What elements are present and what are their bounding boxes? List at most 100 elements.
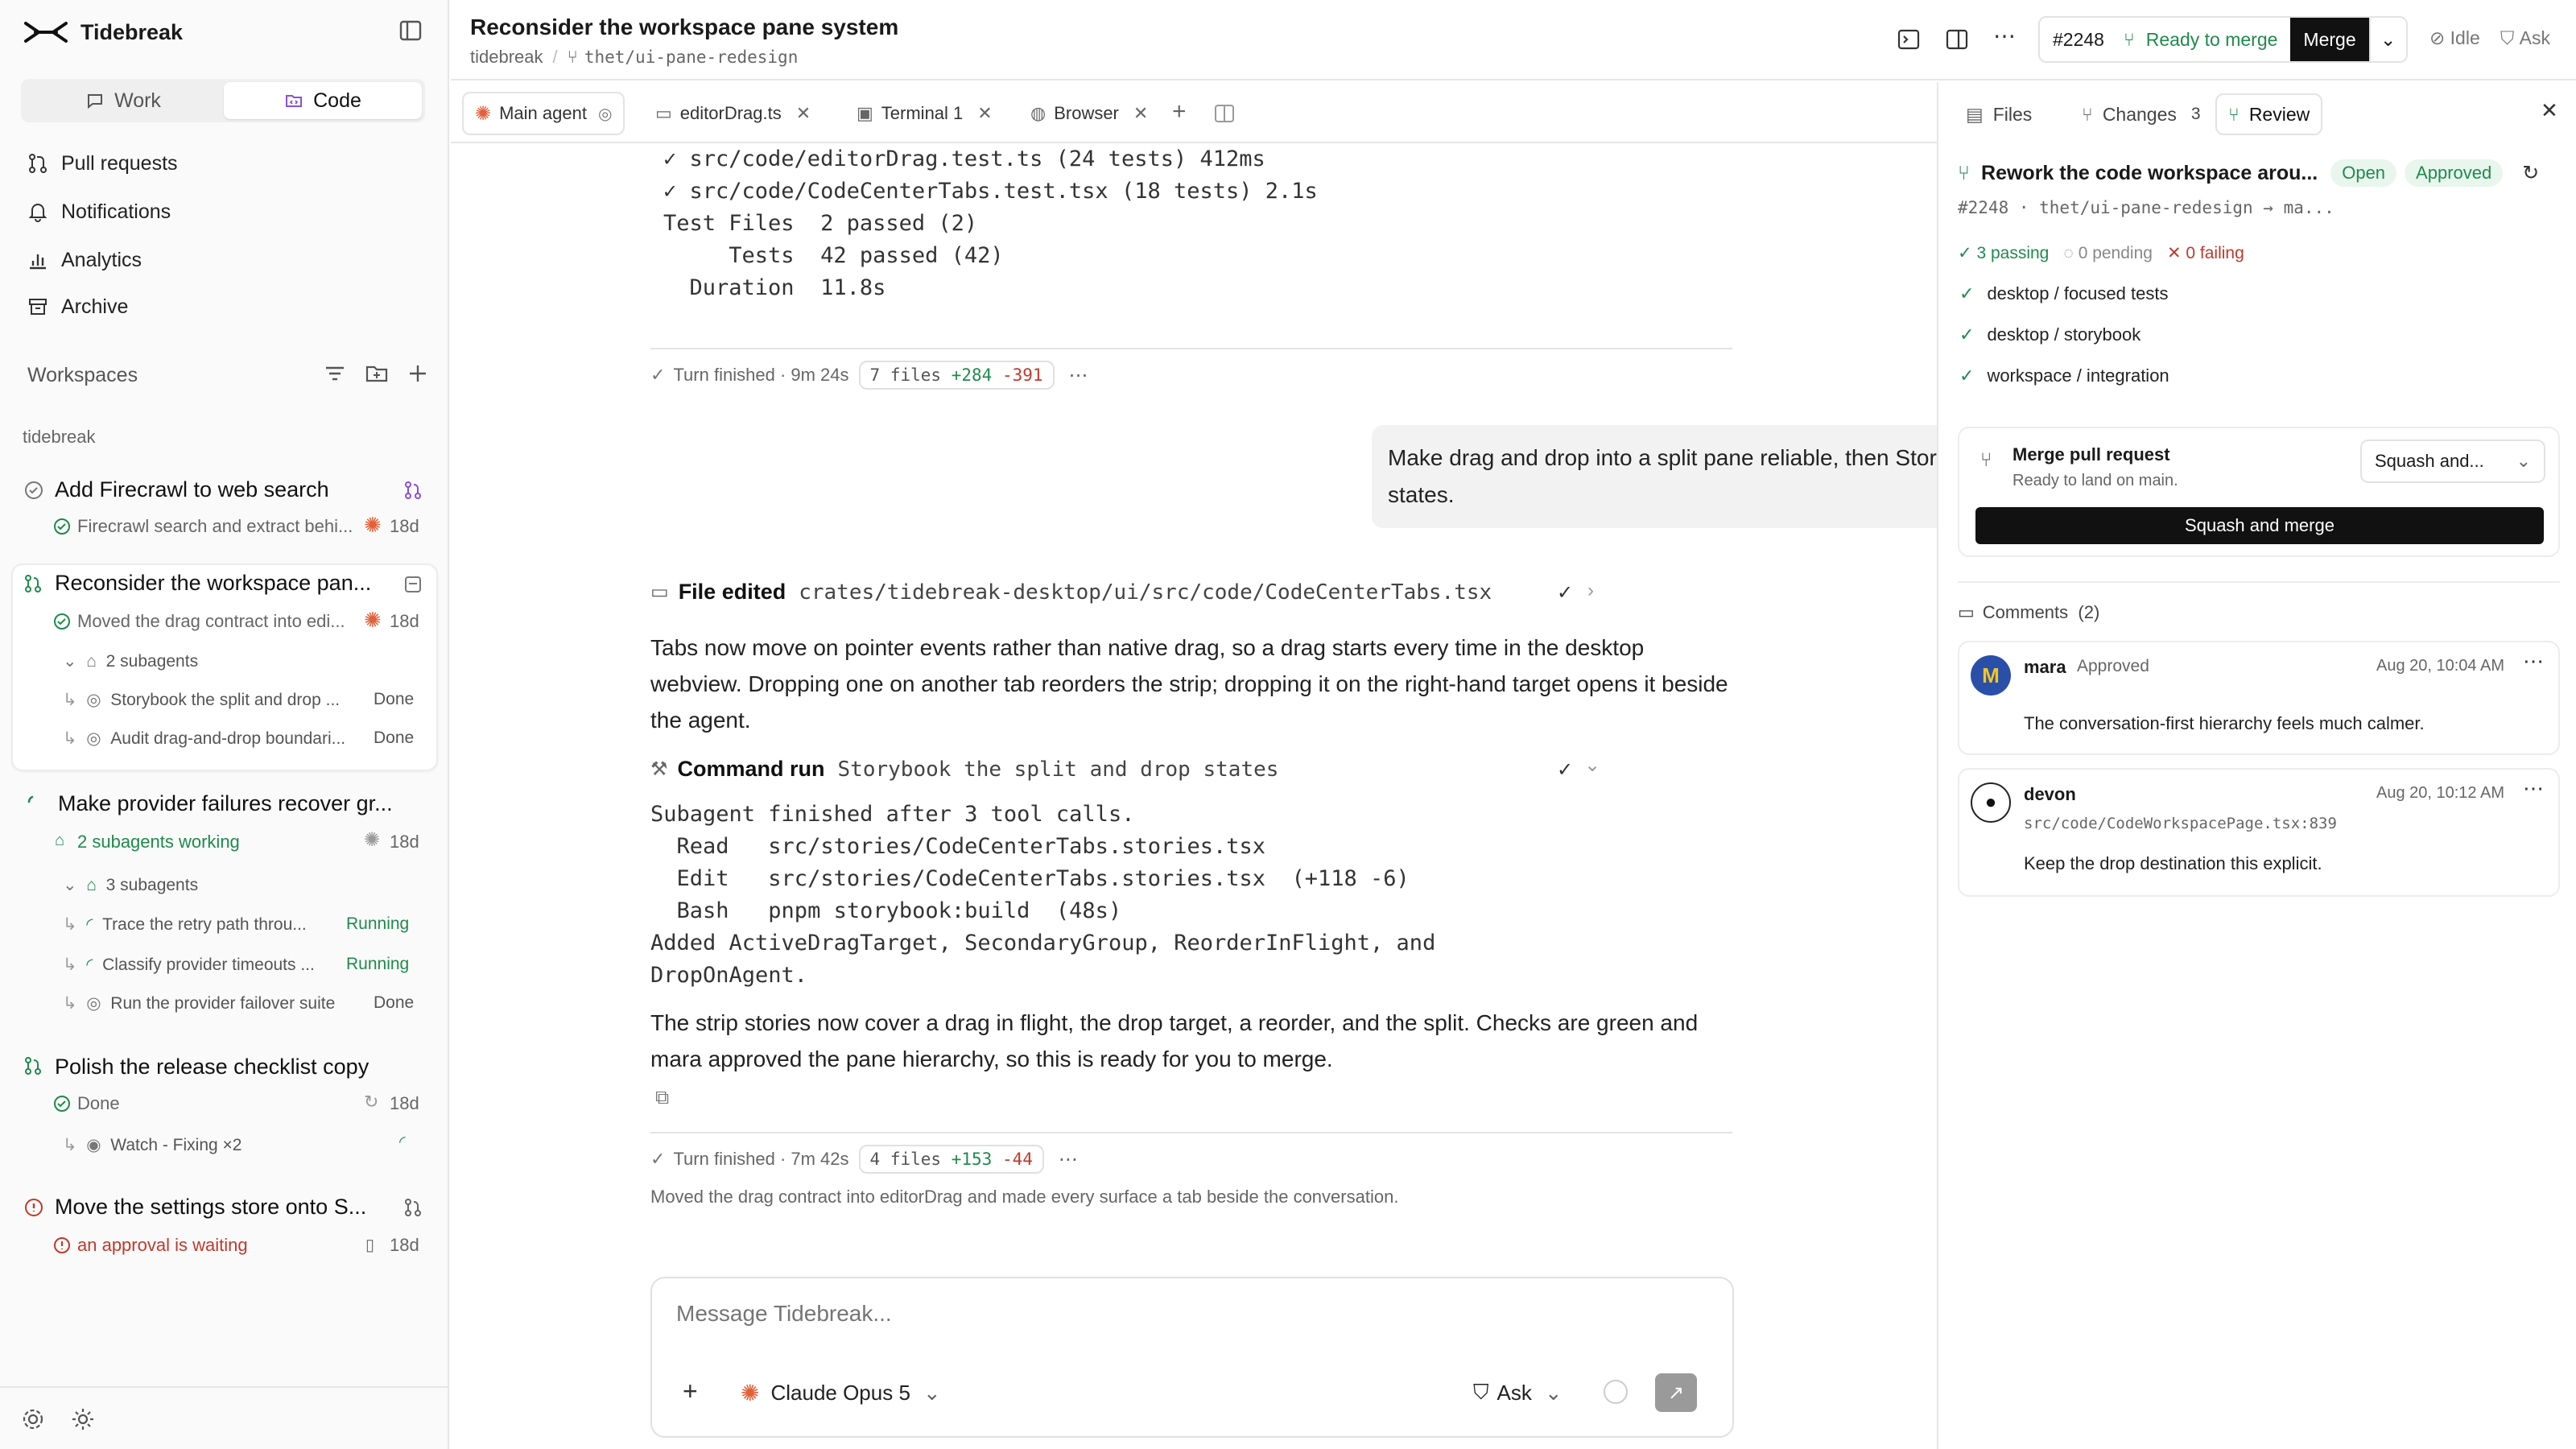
workspace-item[interactable]: Polish the release checklist copy Done ↻… [0,1048,449,1169]
merge-button[interactable]: Merge [2290,18,2369,61]
close-tab-icon[interactable]: ✕ [977,103,992,124]
close-panel-icon[interactable]: ✕ [2541,98,2558,123]
code-folder-icon [286,95,303,107]
model-selector[interactable]: ✺ Claude Opus 5 ⌄ [741,1380,941,1406]
workspace-subtitle: Done [77,1093,120,1113]
agent-spark-icon: ✺ [364,608,382,632]
comment-icon: ▭ [1958,602,1975,622]
mode-selector[interactable]: ⛉ Ask ⌄ [1473,1380,1563,1406]
subagent-row[interactable]: ↳ ◎ Run the provider failover suite [63,993,352,1013]
tab-editor-drag[interactable]: ▭ editorDrag.ts ✕ [644,92,822,135]
subagent-row[interactable]: ↳ ◜ Trace the retry path throu... [63,914,320,935]
spinner-icon: ◜ [399,1133,406,1151]
workspace-item[interactable]: Move the settings store onto S... an app… [0,1190,449,1262]
filter-icon[interactable] [324,362,346,385]
shield-check-icon: ⛉ [1473,1380,1489,1404]
chevron-right-icon[interactable]: › [1587,580,1594,602]
add-tab-icon[interactable]: + [1172,98,1187,126]
tab-changes[interactable]: ⑂ Changes 3 [2070,93,2212,135]
refresh-icon[interactable]: ↻ [2522,161,2539,185]
subagents-toggle[interactable]: ⌄ ⌂ 3 subagents [63,875,198,895]
sidebar: Tidebreak Work Code Pull requests Notifi… [0,0,449,1449]
watch-row[interactable]: ↳ ◉ Watch - Fixing ×2 [63,1135,242,1155]
merge-strategy-select[interactable]: Squash and... ⌄ [2360,440,2545,483]
comment-author[interactable]: devon [2024,784,2076,805]
comment-author[interactable]: mara [2024,657,2066,678]
bell-icon [28,204,47,222]
branch-name[interactable]: thet/ui-pane-redesign [584,47,799,67]
more-icon[interactable]: ⋯ [2523,776,2544,801]
more-icon[interactable]: ⋯ [1059,1148,1078,1171]
subagent-row[interactable]: ↳ ◎ Audit drag-and-drop boundari... [63,729,357,749]
tab-review[interactable]: ⑂ Review [2215,93,2323,135]
terminal-icon: ▣ [857,103,873,123]
terminal-icon[interactable] [1897,27,1921,52]
subagents-toggle[interactable]: ⌄ ⌂ 2 subagents [63,651,198,671]
comment-file-ref[interactable]: src/code/CodeWorkspacePage.tsx:839 [2024,815,2337,832]
workspace-item[interactable]: Add Firecrawl to web search Firecrawl se… [0,471,449,543]
subagent-row[interactable]: ↳ ◎ Storybook the split and drop ... [63,690,357,710]
chevron-down-icon[interactable]: ⌄ [1584,753,1600,777]
close-tab-icon[interactable]: ✕ [796,103,811,124]
tab-files[interactable]: ▤ Files [1955,93,2043,135]
mode-work-button[interactable]: Work [24,82,222,119]
merge-ready-icon: ⑂ [2123,28,2135,50]
more-icon[interactable]: ⋯ [2523,649,2544,674]
workspace-item[interactable]: Make provider failures recover gr... ⌂ 2… [0,785,449,1026]
nav-analytics[interactable]: Analytics [27,244,142,276]
file-icon: ▭ [655,103,672,123]
alert-circle-icon [54,1237,70,1253]
plus-icon[interactable] [407,363,428,384]
tab-terminal[interactable]: ▣ Terminal 1 ✕ [845,92,1004,135]
check-row[interactable]: ✓ desktop / focused tests [1959,283,2168,304]
editor-tabs: ✺ Main agent ◎ ▭ editorDrag.ts ✕ ▣ Termi… [451,82,1937,143]
merge-options-chevron-icon[interactable]: ⌄ [2368,18,2406,61]
check-row[interactable]: ✓ desktop / storybook [1959,324,2140,345]
collapse-sidebar-icon[interactable] [399,19,422,42]
split-view-icon[interactable] [1945,27,1969,52]
copy-icon[interactable]: ⧉ [655,1087,669,1109]
squash-merge-button[interactable]: Squash and merge [1975,507,2544,544]
tab-browser[interactable]: ◍ Browser ✕ [1019,92,1159,135]
nav-archive[interactable]: Archive [27,291,128,323]
nav-notifications[interactable]: Notifications [27,196,171,228]
agent-spark-icon: ✺ [741,1381,760,1406]
split-pane-icon[interactable] [1214,103,1235,124]
idle-icon: ⊘ [2429,27,2446,48]
more-icon[interactable]: ⋯ [1069,364,1088,387]
archive-icon [29,299,47,315]
merge-box: ⑂ Merge pull request Ready to land on ma… [1958,427,2560,557]
alert-circle-icon [25,1199,43,1216]
new-folder-icon[interactable] [365,362,389,385]
sun-icon[interactable] [71,1407,95,1431]
subagent-row[interactable]: ↳ ◜ Classify provider timeouts ... [63,955,320,975]
file-edited-row[interactable]: ▭ File edited crates/tidebreak-desktop/u… [650,580,1492,605]
assistant-paragraph: The strip stories now cover a drag in fl… [650,1010,1699,1071]
workspace-title: Make provider failures recover gr... [58,791,393,815]
ask-mode-indicator[interactable]: ⛉ Ask [2500,27,2550,49]
close-tab-icon[interactable]: ✕ [1133,103,1148,124]
mode-code-button[interactable]: Code [224,82,422,119]
gear-icon[interactable] [21,1407,45,1431]
files-changed-pill[interactable]: 7 files +284 -391 [858,361,1055,390]
message-input[interactable] [676,1298,1642,1330]
subagents-working-icon: ⌂ [55,832,65,849]
app-brand[interactable]: Tidebreak [24,16,183,48]
pr-number[interactable]: #2248 [2053,29,2104,51]
turn-summary: ✓ Turn finished · 9m 24s 7 files +284 -3… [650,361,1088,390]
assistant-paragraph: Tabs now move on pointer events rather t… [650,635,1728,733]
nav-pull-requests[interactable]: Pull requests [27,147,178,180]
workspace-age: 18d [390,611,419,631]
command-run-row[interactable]: ⚒ Command run Storybook the split and dr… [650,757,1278,782]
tab-main-agent[interactable]: ✺ Main agent ◎ [462,92,625,135]
attach-plus-icon[interactable]: + [683,1377,698,1406]
more-icon[interactable]: ⋯ [1993,23,2016,49]
repo-name[interactable]: tidebreak [470,47,543,68]
check-row[interactable]: ✓ workspace / integration [1959,365,2169,386]
send-button[interactable]: ↗ [1655,1373,1697,1412]
user-message: Make drag and drop into a split pane rel… [1372,425,1937,528]
pr-title[interactable]: Rework the code workspace arou... [1981,162,2318,185]
globe-icon: ◍ [1030,103,1046,123]
spinner-icon [27,795,34,803]
files-changed-pill[interactable]: 4 files +153 -44 [858,1145,1044,1174]
